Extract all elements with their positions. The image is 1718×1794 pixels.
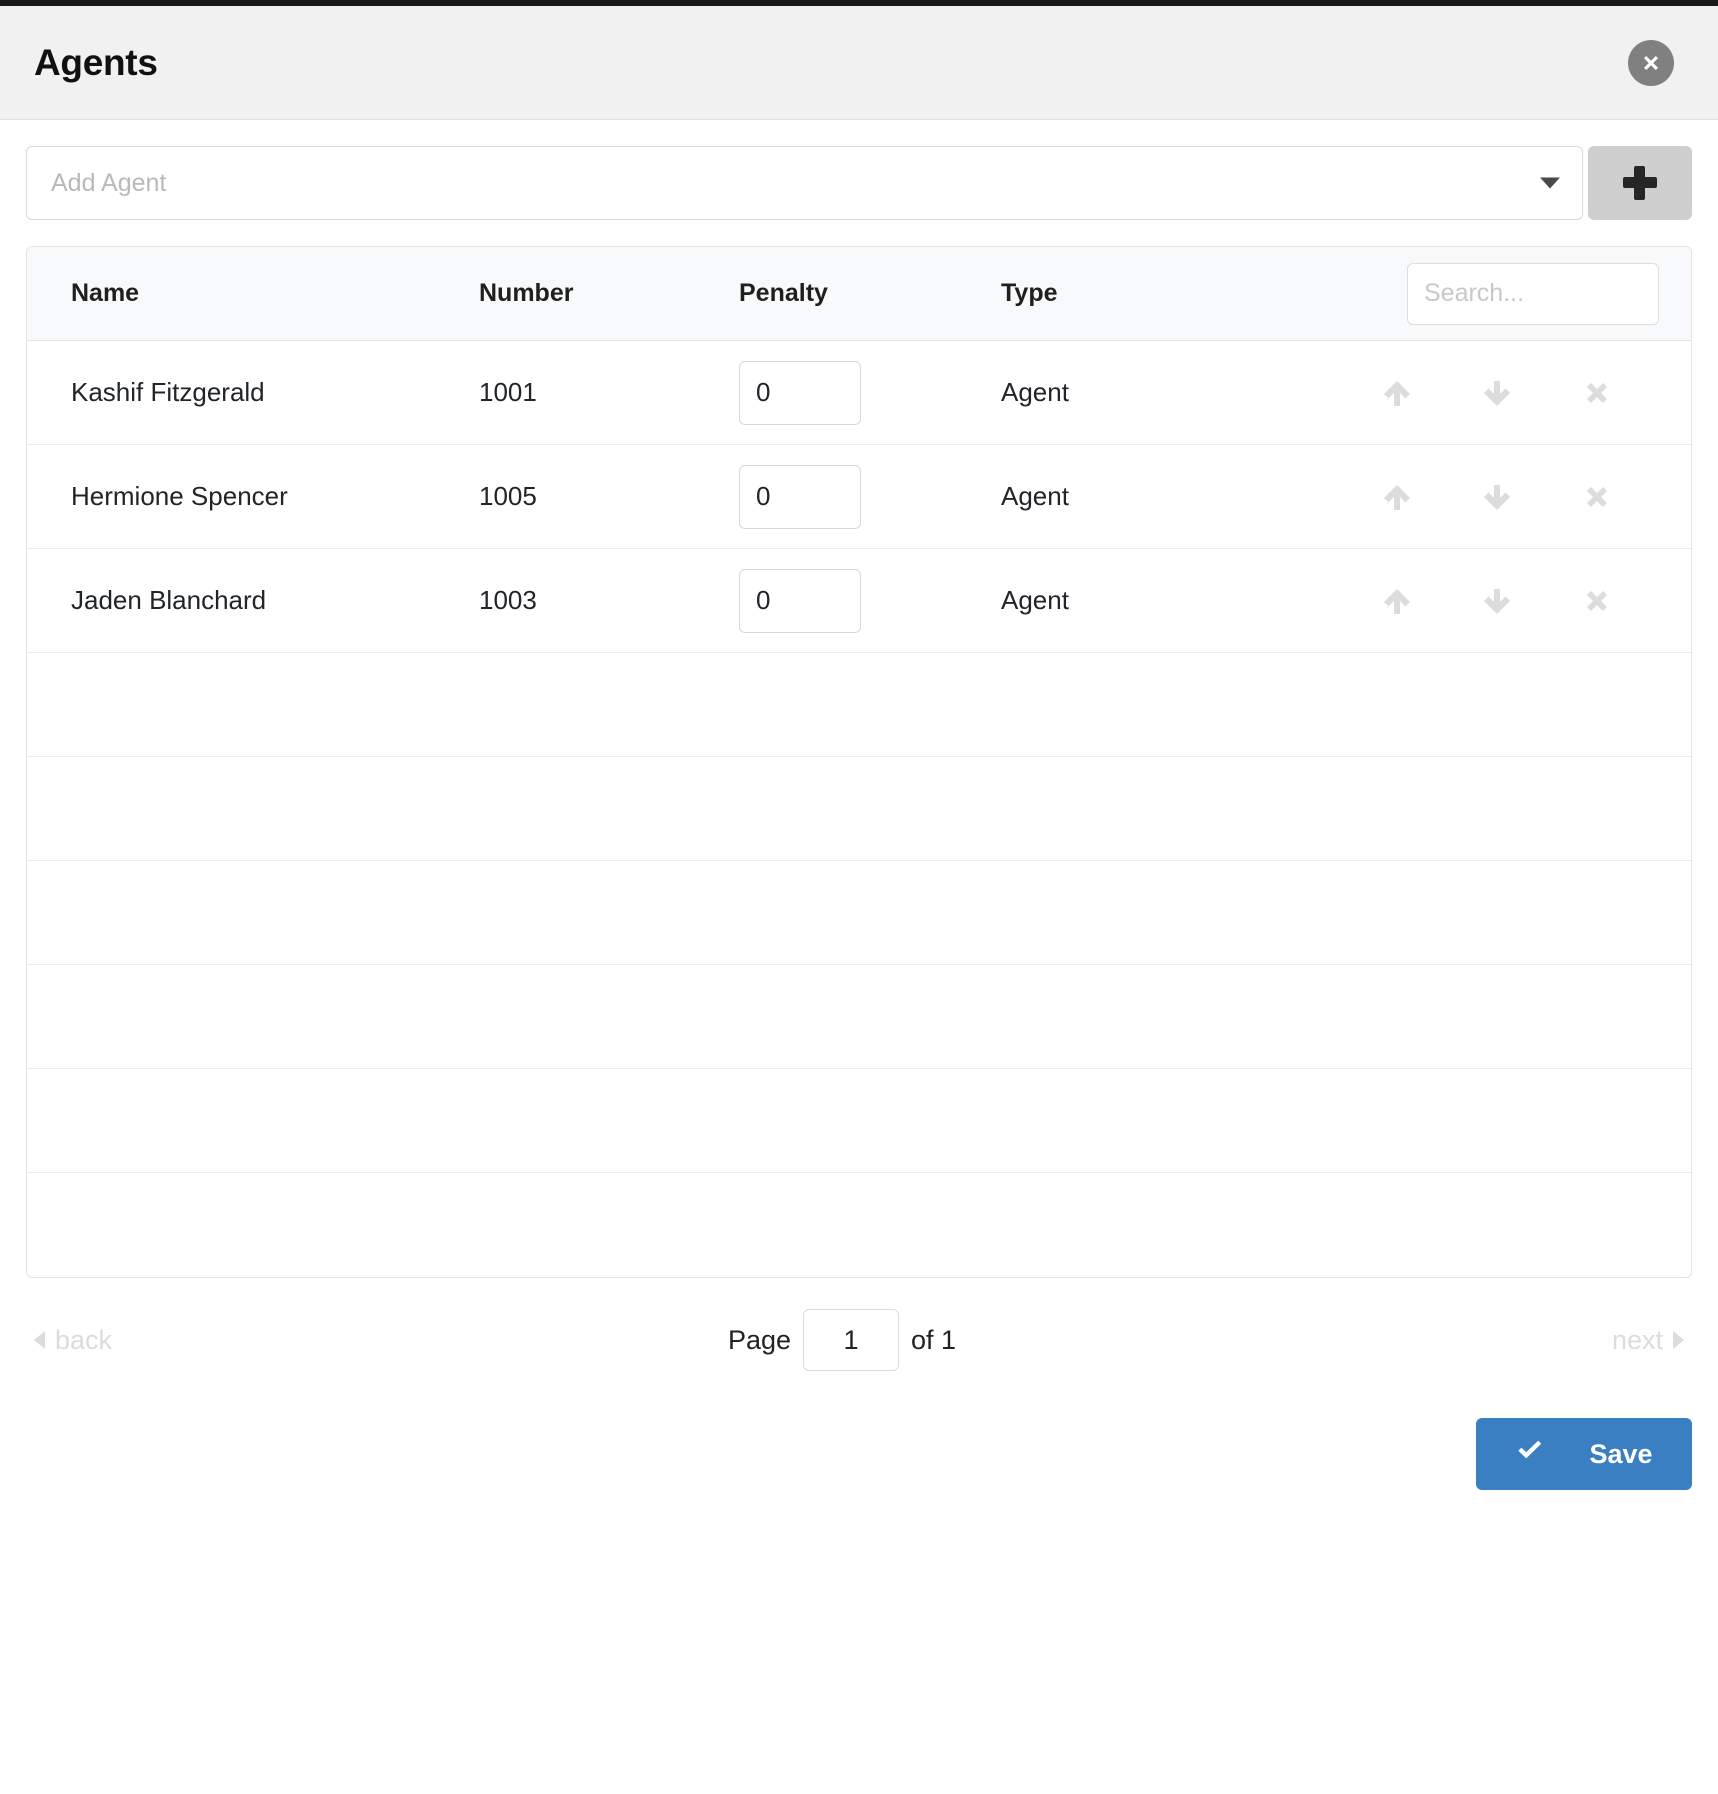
triangle-left-icon <box>34 1331 45 1349</box>
pagination: back Page of 1 next <box>0 1278 1718 1374</box>
dialog-header: Agents <box>0 6 1718 120</box>
add-agent-row: Add Agent <box>0 120 1718 220</box>
arrow-up-icon[interactable] <box>1377 581 1417 621</box>
row-actions <box>1263 373 1669 413</box>
add-agent-select-value: Add Agent <box>51 168 167 197</box>
agents-table: Name Number Penalty Type Kashif Fitzgera… <box>26 246 1692 1278</box>
pagination-back-button[interactable]: back <box>34 1325 112 1356</box>
cell-name: Hermione Spencer <box>71 481 288 511</box>
remove-x-icon[interactable] <box>1577 477 1617 517</box>
row-actions <box>1263 581 1669 621</box>
arrow-up-icon[interactable] <box>1377 373 1417 413</box>
table-row-empty <box>27 653 1691 757</box>
cell-type: Agent <box>1001 481 1069 511</box>
table-row-empty <box>27 1069 1691 1173</box>
arrow-down-icon[interactable] <box>1477 477 1517 517</box>
penalty-input[interactable] <box>739 568 861 633</box>
arrow-up-icon[interactable] <box>1377 477 1417 517</box>
table-row-empty <box>27 965 1691 1069</box>
cell-penalty <box>739 464 1001 529</box>
chevron-down-icon <box>1540 177 1560 189</box>
pagination-next-label: next <box>1611 1324 1663 1355</box>
table-header-row: Name Number Penalty Type <box>27 247 1691 341</box>
remove-x-icon[interactable] <box>1577 373 1617 413</box>
table-row[interactable]: Kashif Fitzgerald 1001 Agent <box>27 341 1691 445</box>
close-icon[interactable] <box>1628 39 1674 86</box>
table-row-empty <box>27 757 1691 861</box>
cell-number: 1003 <box>479 585 537 615</box>
save-button[interactable]: Save <box>1476 1418 1692 1490</box>
cell-penalty <box>739 568 1001 633</box>
check-icon <box>1515 1438 1545 1471</box>
arrow-down-icon[interactable] <box>1477 581 1517 621</box>
table-header-actions <box>1263 262 1669 325</box>
pagination-center: Page of 1 <box>728 1309 956 1371</box>
table-row-empty <box>27 861 1691 965</box>
save-button-label: Save <box>1589 1438 1653 1469</box>
search-input[interactable] <box>1407 262 1659 325</box>
page-total-label: of 1 <box>911 1324 957 1355</box>
row-actions <box>1263 477 1669 517</box>
table-row-empty <box>27 1173 1691 1277</box>
plus-icon <box>1623 166 1657 200</box>
cell-type: Agent <box>1001 585 1069 615</box>
cell-name: Kashif Fitzgerald <box>71 377 265 407</box>
add-agent-select[interactable]: Add Agent <box>26 146 1583 220</box>
arrow-down-icon[interactable] <box>1477 373 1517 413</box>
cell-type: Agent <box>1001 377 1069 407</box>
column-header-name: Name <box>71 279 140 307</box>
agents-dialog: Agents Add Agent Name Number Penalty Typ… <box>0 6 1718 1490</box>
table-row[interactable]: Jaden Blanchard 1003 Agent <box>27 549 1691 653</box>
cell-number: 1001 <box>479 377 537 407</box>
dialog-footer: Save <box>0 1374 1718 1490</box>
page-label: Page <box>727 1324 791 1355</box>
triangle-right-icon <box>1672 1331 1684 1349</box>
pagination-back-label: back <box>55 1324 113 1355</box>
cell-name: Jaden Blanchard <box>71 585 267 615</box>
column-header-penalty: Penalty <box>739 279 828 307</box>
penalty-input[interactable] <box>739 464 861 529</box>
penalty-input[interactable] <box>739 360 861 425</box>
cell-penalty <box>739 360 1001 425</box>
column-header-number: Number <box>479 279 574 307</box>
column-header-type: Type <box>1001 279 1058 307</box>
pagination-next-button[interactable]: next <box>1612 1325 1684 1356</box>
page-title: Agents <box>34 41 158 83</box>
remove-x-icon[interactable] <box>1577 581 1617 621</box>
page-number-input[interactable] <box>803 1309 899 1371</box>
cell-number: 1005 <box>479 481 537 511</box>
table-row[interactable]: Hermione Spencer 1005 Agent <box>27 445 1691 549</box>
add-agent-button[interactable] <box>1588 146 1692 220</box>
